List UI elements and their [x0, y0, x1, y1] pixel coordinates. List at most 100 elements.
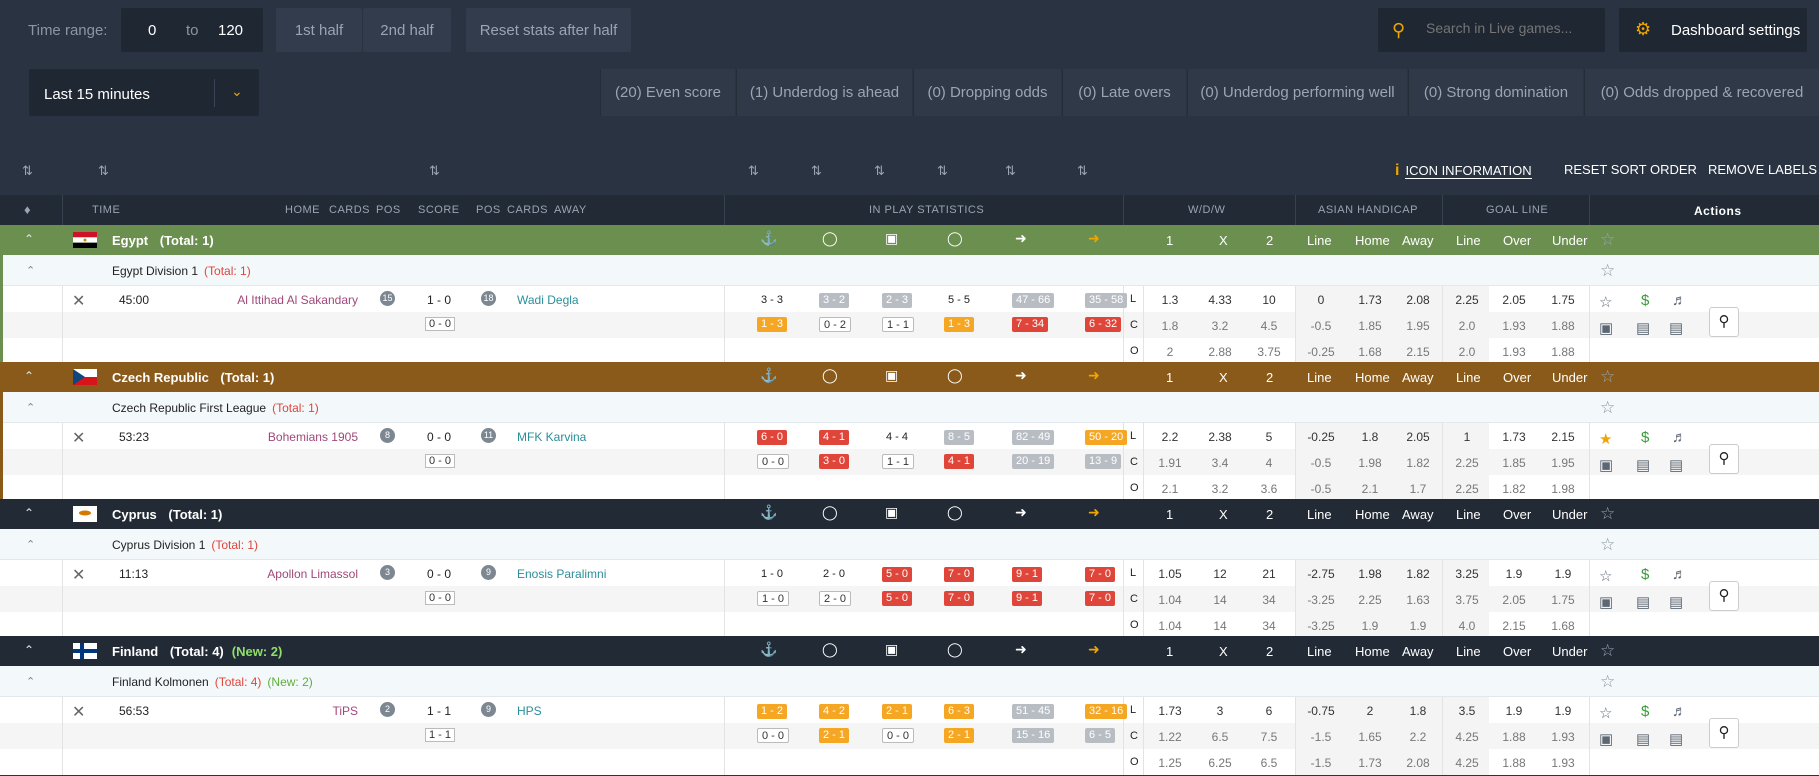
home-team[interactable]: Bohemians 1905 — [268, 430, 358, 444]
away-team[interactable]: Wadi Degla — [517, 293, 579, 307]
instagram-icon[interactable]: ▣ — [1599, 456, 1613, 474]
country-row[interactable]: ⌃ Czech Republic (Total: 1) ⚓ ◯ ▣ ◯ ➜ ➜ 1 X 2 Line H… — [0, 362, 1819, 392]
close-icon[interactable]: ✕ — [72, 702, 85, 722]
alarm-bell-icon[interactable]: ♬ — [1672, 429, 1687, 446]
period-select[interactable]: Last 15 minutes ⌄ — [29, 69, 259, 116]
dollar-icon[interactable]: $ — [1641, 292, 1649, 309]
star-icon[interactable]: ☆ — [1600, 641, 1615, 661]
close-icon[interactable]: ✕ — [72, 428, 85, 448]
second-half-button[interactable]: 2nd half — [363, 8, 451, 52]
star-icon[interactable]: ☆ — [1600, 672, 1615, 692]
clipboard-icon[interactable]: ▤ — [1636, 730, 1650, 748]
favorite-star-icon[interactable]: ☆ — [1599, 704, 1612, 722]
filter-underdog-ahead[interactable]: (1) Underdog is ahead — [736, 69, 912, 116]
dollar-icon[interactable]: $ — [1641, 566, 1649, 583]
chevron-up-icon[interactable]: ⌃ — [26, 675, 35, 688]
home-team[interactable]: Al Ittihad Al Sakandary — [237, 293, 358, 307]
range-to-input[interactable]: 120 — [218, 22, 243, 39]
favorite-star-icon[interactable]: ☆ — [1599, 293, 1612, 311]
search-input[interactable] — [1426, 20, 1596, 36]
sort-icon[interactable]: ⇅ — [748, 163, 759, 179]
dollar-icon[interactable]: $ — [1641, 703, 1649, 720]
sort-icon[interactable]: ⇅ — [811, 163, 822, 179]
chevron-up-icon[interactable]: ⌃ — [24, 369, 34, 383]
clipboard-icon[interactable]: ▤ — [1636, 456, 1650, 474]
alarm-icon[interactable]: ♦ — [24, 202, 31, 217]
favorite-star-icon[interactable]: ☆ — [1599, 567, 1612, 585]
chevron-up-icon[interactable]: ⌃ — [26, 264, 35, 277]
close-icon[interactable]: ✕ — [72, 291, 85, 311]
away-team[interactable]: MFK Karvina — [517, 430, 586, 444]
filter-strong-domination[interactable]: (0) Strong domination — [1408, 69, 1583, 116]
sort-icon[interactable]: ⇅ — [874, 163, 885, 179]
filter-late-overs[interactable]: (0) Late overs — [1062, 69, 1186, 116]
alarm-bell-icon[interactable]: ♬ — [1672, 292, 1687, 309]
away-team[interactable]: HPS — [517, 704, 542, 718]
chart-icon[interactable]: ▤ — [1669, 593, 1683, 611]
time-range-box[interactable]: 0 to 120 — [121, 8, 263, 52]
remove-labels-link[interactable]: REMOVE LABELS — [1708, 162, 1817, 177]
dollar-icon[interactable]: $ — [1641, 429, 1649, 446]
match-row[interactable]: ✕ 11:13 Apollon Limassol 3 0 - 0 9 Enosis Para… — [0, 560, 1819, 638]
league-row[interactable]: ⌃ Czech Republic First League (Total: 1) ☆ — [0, 392, 1819, 423]
flag-icon — [73, 506, 97, 522]
search-match-icon[interactable]: ⚲ — [1709, 444, 1739, 474]
league-row[interactable]: ⌃ Egypt Division 1 (Total: 1) ☆ — [0, 255, 1819, 286]
alarm-bell-icon[interactable]: ♬ — [1672, 703, 1687, 720]
star-icon[interactable]: ☆ — [1600, 367, 1615, 387]
chevron-up-icon[interactable]: ⌃ — [26, 538, 35, 551]
close-icon[interactable]: ✕ — [72, 565, 85, 585]
range-from-input[interactable]: 0 — [148, 22, 156, 39]
league-row[interactable]: ⌃ Cyprus Division 1 (Total: 1) ☆ — [0, 529, 1819, 560]
chart-icon[interactable]: ▤ — [1669, 319, 1683, 337]
chart-icon[interactable]: ▤ — [1669, 456, 1683, 474]
search-box[interactable]: ⚲ — [1378, 8, 1605, 52]
sort-icon[interactable]: ⇅ — [98, 163, 109, 179]
country-row[interactable]: ⌃ Finland (Total: 4) (New: 2) ⚓ ◯ ▣ ◯ ➜ ➜ 1 X 2 Line… — [0, 636, 1819, 666]
sort-icon[interactable]: ⇅ — [22, 163, 33, 179]
filter-underdog-performing[interactable]: (0) Underdog performing well — [1187, 69, 1407, 116]
filter-even-score[interactable]: (20) Even score — [600, 69, 735, 116]
instagram-icon[interactable]: ▣ — [1599, 319, 1613, 337]
first-half-button[interactable]: 1st half — [276, 8, 362, 52]
sort-icon[interactable]: ⇅ — [937, 163, 948, 179]
league-row[interactable]: ⌃ Finland Kolmonen (Total: 4) (New: 2) ☆ — [0, 666, 1819, 697]
filter-odds-dropped-recovered[interactable]: (0) Odds dropped & recovered — [1584, 69, 1819, 116]
instagram-icon[interactable]: ▣ — [1599, 730, 1613, 748]
home-team[interactable]: Apollon Limassol — [267, 567, 358, 581]
col-two: 2 — [1266, 370, 1274, 385]
reset-stats-button[interactable]: Reset stats after half — [466, 8, 631, 52]
match-row[interactable]: ✕ 53:23 Bohemians 1905 8 0 - 0 11 MFK Karvina 0… — [0, 423, 1819, 501]
country-row[interactable]: ⌃ Cyprus (Total: 1) ⚓ ◯ ▣ ◯ ➜ ➜ 1 X 2 Line Home Away L… — [0, 499, 1819, 529]
icon-information-link[interactable]: i ICON INFORMATION — [1395, 162, 1532, 180]
sort-icon[interactable]: ⇅ — [429, 163, 440, 179]
chevron-up-icon[interactable]: ⌃ — [24, 643, 34, 657]
home-team[interactable]: TiPS — [332, 704, 358, 718]
sort-icon[interactable]: ⇅ — [1005, 163, 1016, 179]
alarm-bell-icon[interactable]: ♬ — [1672, 566, 1687, 583]
clipboard-icon[interactable]: ▤ — [1636, 593, 1650, 611]
star-icon[interactable]: ☆ — [1600, 398, 1615, 418]
search-match-icon[interactable]: ⚲ — [1709, 718, 1739, 748]
dashboard-settings-button[interactable]: ⚙ Dashboard settings — [1619, 8, 1807, 52]
chart-icon[interactable]: ▤ — [1669, 730, 1683, 748]
reset-sort-order-link[interactable]: RESET SORT ORDER — [1564, 162, 1697, 177]
search-match-icon[interactable]: ⚲ — [1709, 307, 1739, 337]
instagram-icon[interactable]: ▣ — [1599, 593, 1613, 611]
chevron-up-icon[interactable]: ⌃ — [24, 232, 34, 246]
chevron-up-icon[interactable]: ⌃ — [24, 506, 34, 520]
sort-icon[interactable]: ⇅ — [1077, 163, 1088, 179]
filter-dropping-odds[interactable]: (0) Dropping odds — [913, 69, 1061, 116]
search-match-icon[interactable]: ⚲ — [1709, 581, 1739, 611]
country-row[interactable]: ⌃ Egypt (Total: 1) ⚓ ◯ ▣ ◯ ➜ ➜ 1 X 2 Line Home Away Li… — [0, 225, 1819, 255]
clipboard-icon[interactable]: ▤ — [1636, 319, 1650, 337]
away-team[interactable]: Enosis Paralimni — [517, 567, 606, 581]
match-row[interactable]: ✕ 45:00 Al Ittihad Al Sakandary 15 1 - 0 18 Wa… — [0, 286, 1819, 364]
favorite-star-icon[interactable]: ★ — [1599, 430, 1612, 448]
match-row[interactable]: ✕ 56:53 TiPS 2 1 - 1 9 HPS 1 - 1 1 - 2 4 - 2 2 - 1… — [0, 697, 1819, 775]
star-icon[interactable]: ☆ — [1600, 261, 1615, 281]
star-icon[interactable]: ☆ — [1600, 504, 1615, 524]
star-icon[interactable]: ☆ — [1600, 535, 1615, 555]
chevron-up-icon[interactable]: ⌃ — [26, 401, 35, 414]
star-icon[interactable]: ☆ — [1600, 230, 1615, 250]
